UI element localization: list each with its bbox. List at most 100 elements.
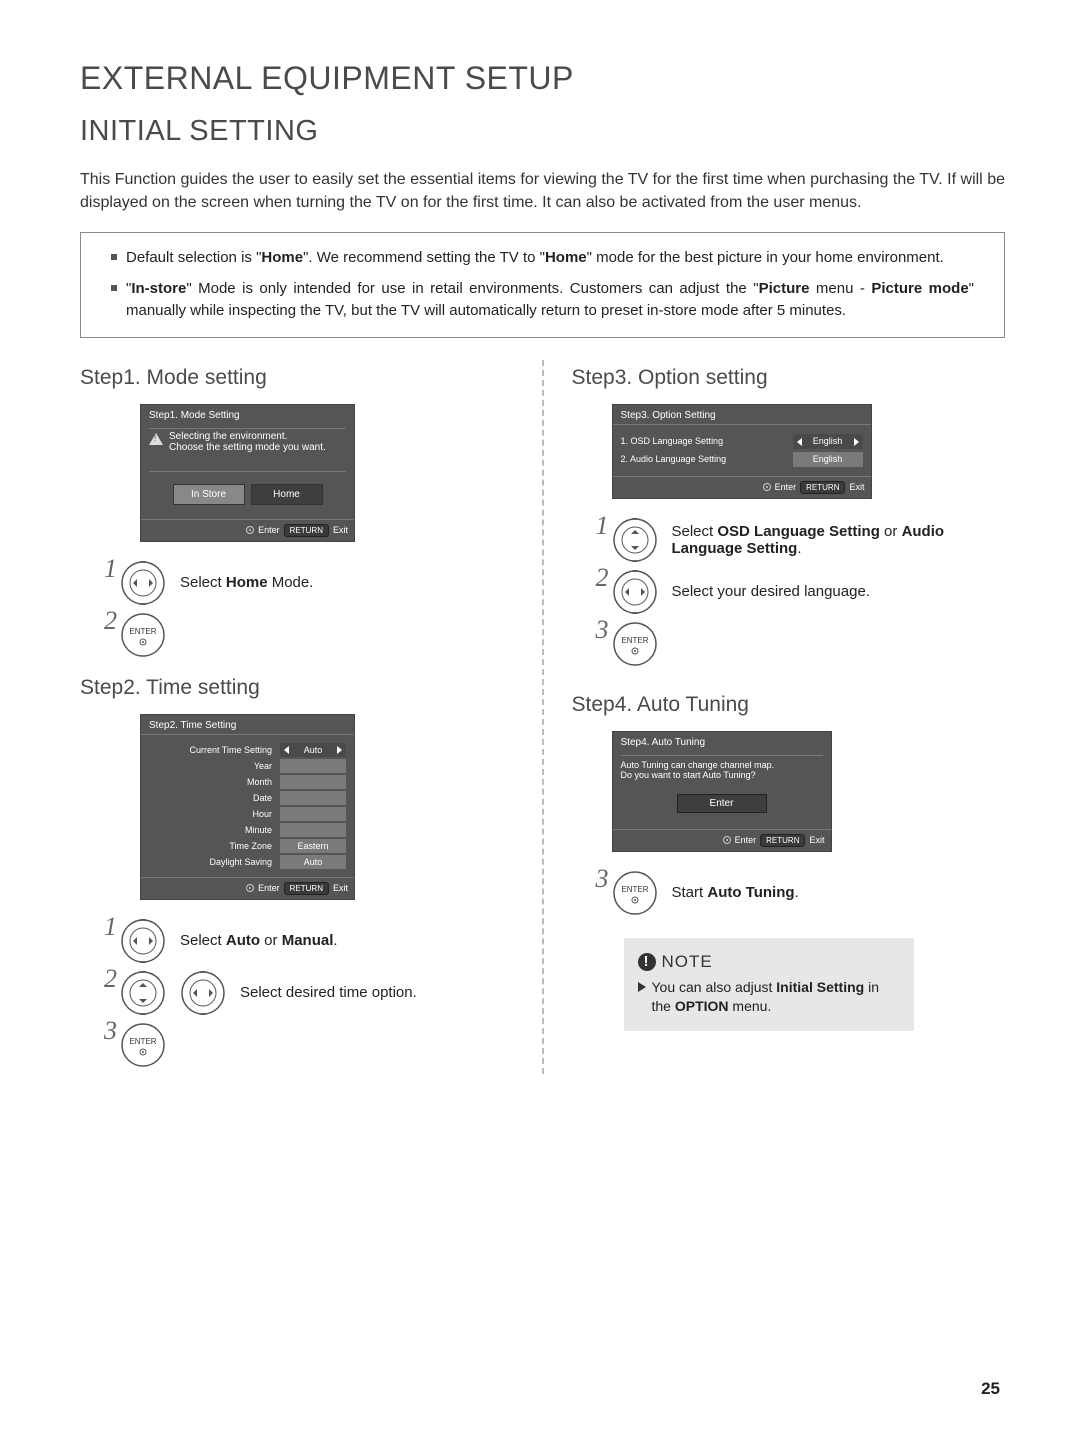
time-row-value[interactable]: -- bbox=[280, 775, 346, 789]
page-number: 25 bbox=[981, 1379, 1000, 1399]
step3-instruction-2: 2 Select your desired language. bbox=[612, 569, 1006, 615]
osd-step4-msg1: Auto Tuning can change channel map. bbox=[621, 760, 823, 770]
svg-text:ENTER: ENTER bbox=[621, 636, 648, 645]
svg-text:ENTER: ENTER bbox=[621, 885, 648, 894]
step-number: 2 bbox=[104, 606, 117, 636]
time-setting-row: Daylight Saving Auto bbox=[149, 855, 346, 869]
step-number: 1 bbox=[104, 554, 117, 584]
enter-dot-icon bbox=[246, 884, 254, 892]
page-subtitle: INITIAL SETTING bbox=[80, 115, 1005, 148]
time-row-label: Month bbox=[149, 777, 274, 787]
step3-instruction-3: 3 ENTER bbox=[612, 621, 1006, 667]
osd-exit-label: Exit bbox=[849, 482, 864, 492]
time-row-value[interactable]: -- bbox=[280, 791, 346, 805]
step2-instruction-2: 2 Select desired time option. bbox=[120, 970, 514, 1016]
time-setting-row: Hour-- bbox=[149, 807, 346, 821]
note-box: ! NOTE You can also adjust Initial Setti… bbox=[624, 938, 914, 1031]
auto-tuning-enter-button[interactable]: Enter bbox=[677, 794, 767, 813]
dpad-lr-icon bbox=[120, 918, 166, 964]
step-number: 1 bbox=[596, 511, 609, 541]
time-row-label: Time Zone bbox=[149, 841, 274, 851]
home-button[interactable]: Home bbox=[251, 484, 323, 505]
osd-step1-title: Step1. Mode Setting bbox=[141, 405, 354, 424]
osd-enter-label: Enter bbox=[775, 482, 797, 492]
step1-instruction-1: 1 Select Home Mode. bbox=[120, 560, 514, 606]
return-pill[interactable]: RETURN bbox=[284, 524, 329, 537]
note-icon: ! bbox=[638, 953, 656, 971]
time-row-label: Minute bbox=[149, 825, 274, 835]
time-row-value[interactable]: -- bbox=[280, 823, 346, 837]
time-row-label: Current Time Setting bbox=[149, 745, 274, 755]
step-number: 3 bbox=[596, 615, 609, 645]
osd-step3-title: Step3. Option Setting bbox=[613, 405, 871, 424]
warning-icon bbox=[149, 433, 163, 445]
enter-button-icon: ENTER bbox=[120, 612, 166, 658]
dpad-lr-icon bbox=[120, 560, 166, 606]
osd-step2-title: Step2. Time Setting bbox=[141, 715, 354, 734]
osd-step4-title: Step4. Auto Tuning bbox=[613, 732, 831, 751]
time-row-value[interactable]: ---- bbox=[280, 759, 346, 773]
step2-instruction-1: 1 Select Auto or Manual. bbox=[120, 918, 514, 964]
time-setting-row: Time Zone Eastern bbox=[149, 839, 346, 853]
info-item-2: "In-store" Mode is only intended for use… bbox=[111, 278, 974, 323]
time-row-value[interactable]: Auto bbox=[280, 743, 346, 757]
osd-enter-label: Enter bbox=[258, 883, 280, 893]
enter-dot-icon bbox=[723, 836, 731, 844]
osd-exit-label: Exit bbox=[333, 525, 348, 535]
time-row-value[interactable]: Eastern bbox=[280, 839, 346, 853]
enter-button-icon: ENTER bbox=[120, 1022, 166, 1068]
time-row-value[interactable]: -- bbox=[280, 807, 346, 821]
intro-paragraph: This Function guides the user to easily … bbox=[80, 168, 1005, 214]
svg-text:ENTER: ENTER bbox=[129, 627, 156, 636]
dpad-ud-icon bbox=[120, 970, 166, 1016]
osd-step1-panel: Step1. Mode Setting Selecting the enviro… bbox=[140, 404, 355, 542]
step-number: 2 bbox=[596, 563, 609, 593]
audio-lang-value[interactable]: English bbox=[793, 452, 863, 467]
step-number: 1 bbox=[104, 912, 117, 942]
enter-dot-icon bbox=[246, 526, 254, 534]
osd-step1-msg1: Selecting the environment. bbox=[169, 431, 326, 442]
osd-enter-label: Enter bbox=[258, 525, 280, 535]
enter-button-icon: ENTER bbox=[612, 870, 658, 916]
osd-step3-panel: Step3. Option Setting 1. OSD Language Se… bbox=[612, 404, 872, 499]
time-setting-row: Minute -- bbox=[149, 823, 346, 837]
step1-heading: Step1. Mode setting bbox=[80, 366, 514, 390]
time-setting-row: Year ---- bbox=[149, 759, 346, 773]
osd-lang-label: 1. OSD Language Setting bbox=[621, 436, 724, 446]
info-item-1: Default selection is "Home". We recommen… bbox=[111, 247, 974, 270]
return-pill[interactable]: RETURN bbox=[760, 834, 805, 847]
dpad-lr-icon bbox=[180, 970, 226, 1016]
time-row-label: Date bbox=[149, 793, 274, 803]
dpad-ud-icon bbox=[612, 517, 658, 563]
osd-step4-panel: Step4. Auto Tuning Auto Tuning can chang… bbox=[612, 731, 832, 852]
enter-button-icon: ENTER bbox=[612, 621, 658, 667]
osd-lang-value[interactable]: English bbox=[793, 434, 863, 449]
step-number: 3 bbox=[596, 864, 609, 894]
return-pill[interactable]: RETURN bbox=[800, 481, 845, 494]
step-number: 2 bbox=[104, 964, 117, 994]
audio-lang-label: 2. Audio Language Setting bbox=[621, 454, 727, 464]
step4-heading: Step4. Auto Tuning bbox=[572, 693, 1006, 717]
time-row-label: Year bbox=[149, 761, 274, 771]
step4-instruction-3: 3 ENTER Start Auto Tuning. bbox=[612, 870, 1006, 916]
time-row-value[interactable]: Auto bbox=[280, 855, 346, 869]
instore-button[interactable]: In Store bbox=[173, 484, 245, 505]
osd-exit-label: Exit bbox=[333, 883, 348, 893]
step-number: 3 bbox=[104, 1016, 117, 1046]
step3-instruction-1: 1 Select OSD Language Setting or Audio L… bbox=[612, 517, 1006, 563]
note-body: You can also adjust Initial Setting in t… bbox=[638, 978, 896, 1017]
step2-heading: Step2. Time setting bbox=[80, 676, 514, 700]
note-heading: NOTE bbox=[662, 952, 713, 972]
time-setting-row: Date -- bbox=[149, 791, 346, 805]
time-row-label: Daylight Saving bbox=[149, 857, 274, 867]
svg-text:ENTER: ENTER bbox=[129, 1037, 156, 1046]
step3-heading: Step3. Option setting bbox=[572, 366, 1006, 390]
osd-step2-panel: Step2. Time Setting Current Time Setting… bbox=[140, 714, 355, 900]
time-setting-row: Month -- bbox=[149, 775, 346, 789]
time-setting-row: Current Time Setting Auto bbox=[149, 743, 346, 757]
dpad-lr-icon bbox=[612, 569, 658, 615]
step1-instruction-2: 2 ENTER bbox=[120, 612, 514, 658]
osd-enter-label: Enter bbox=[735, 835, 757, 845]
enter-dot-icon bbox=[763, 483, 771, 491]
return-pill[interactable]: RETURN bbox=[284, 882, 329, 895]
